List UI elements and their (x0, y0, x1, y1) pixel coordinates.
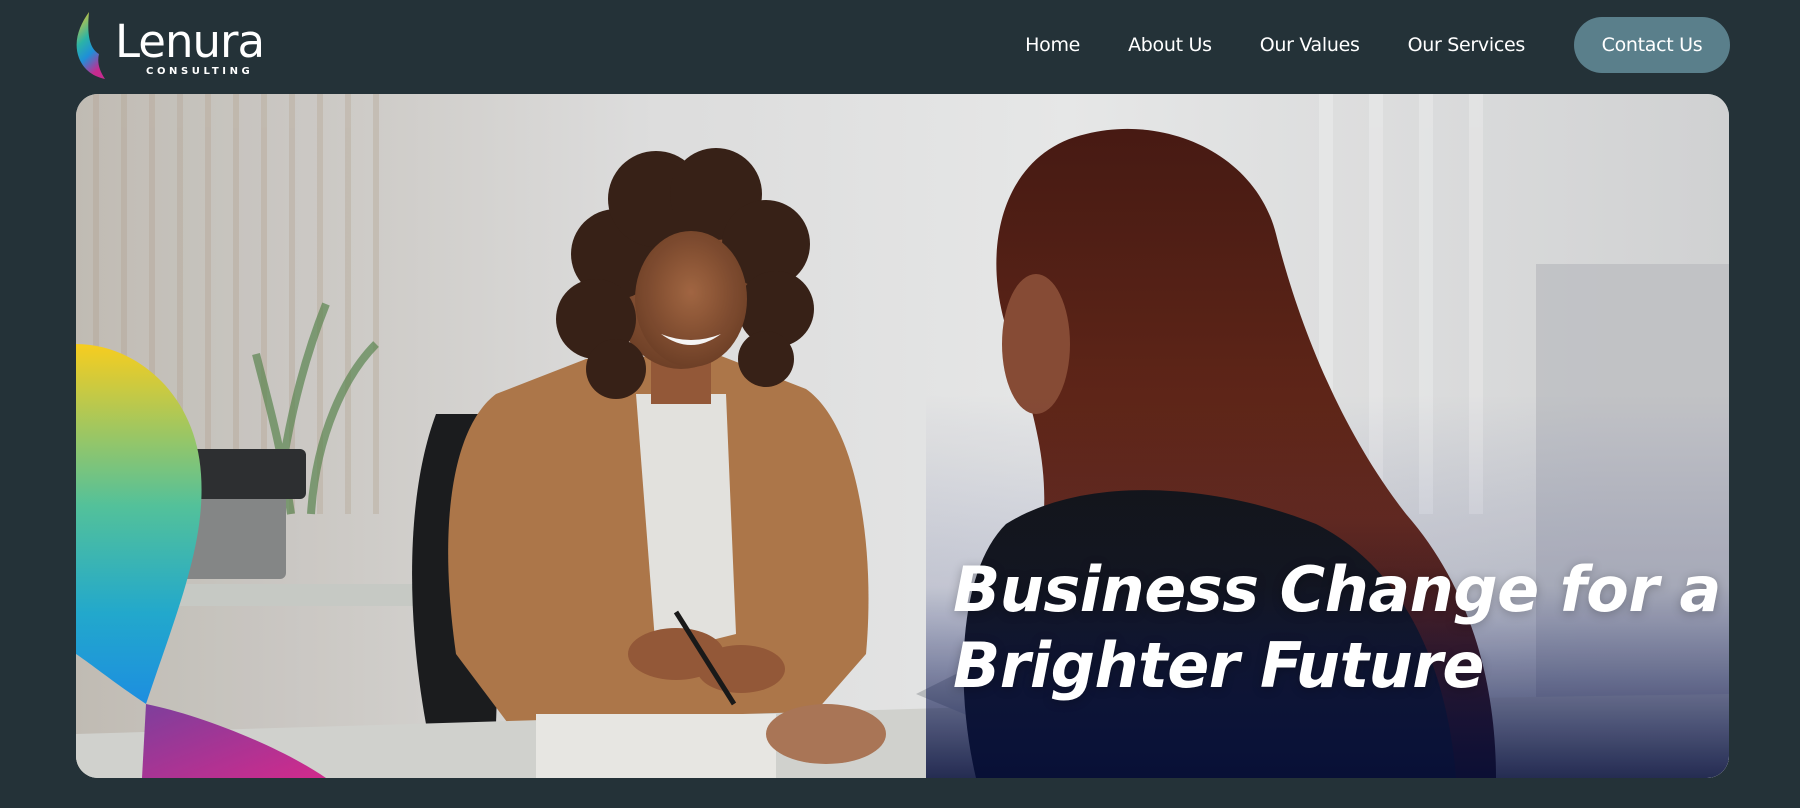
main-nav: Home About Us Our Values Our Services Co… (1025, 17, 1730, 73)
hero-headline-line-2: Brighter Future (953, 629, 1484, 702)
nav-home[interactable]: Home (1025, 34, 1080, 56)
nav-our-services[interactable]: Our Services (1408, 34, 1526, 56)
contact-us-button[interactable]: Contact Us (1574, 17, 1730, 73)
nav-about-us[interactable]: About Us (1128, 34, 1212, 56)
brand-logo[interactable]: Lenura CONSULTING (75, 12, 275, 80)
hero-headline-line-1: Business Change for a (953, 553, 1721, 626)
leaf-gradient-icon (76, 12, 105, 79)
nav-our-values[interactable]: Our Values (1260, 34, 1360, 56)
site-header: Lenura CONSULTING Home About Us Our Valu… (0, 0, 1800, 93)
hero-headline: Business Change for a Brighter Future (953, 552, 1721, 704)
hero-banner: Business Change for a Brighter Future (76, 94, 1729, 778)
brand-tagline: CONSULTING (146, 66, 254, 77)
brand-name: Lenura (115, 15, 265, 68)
